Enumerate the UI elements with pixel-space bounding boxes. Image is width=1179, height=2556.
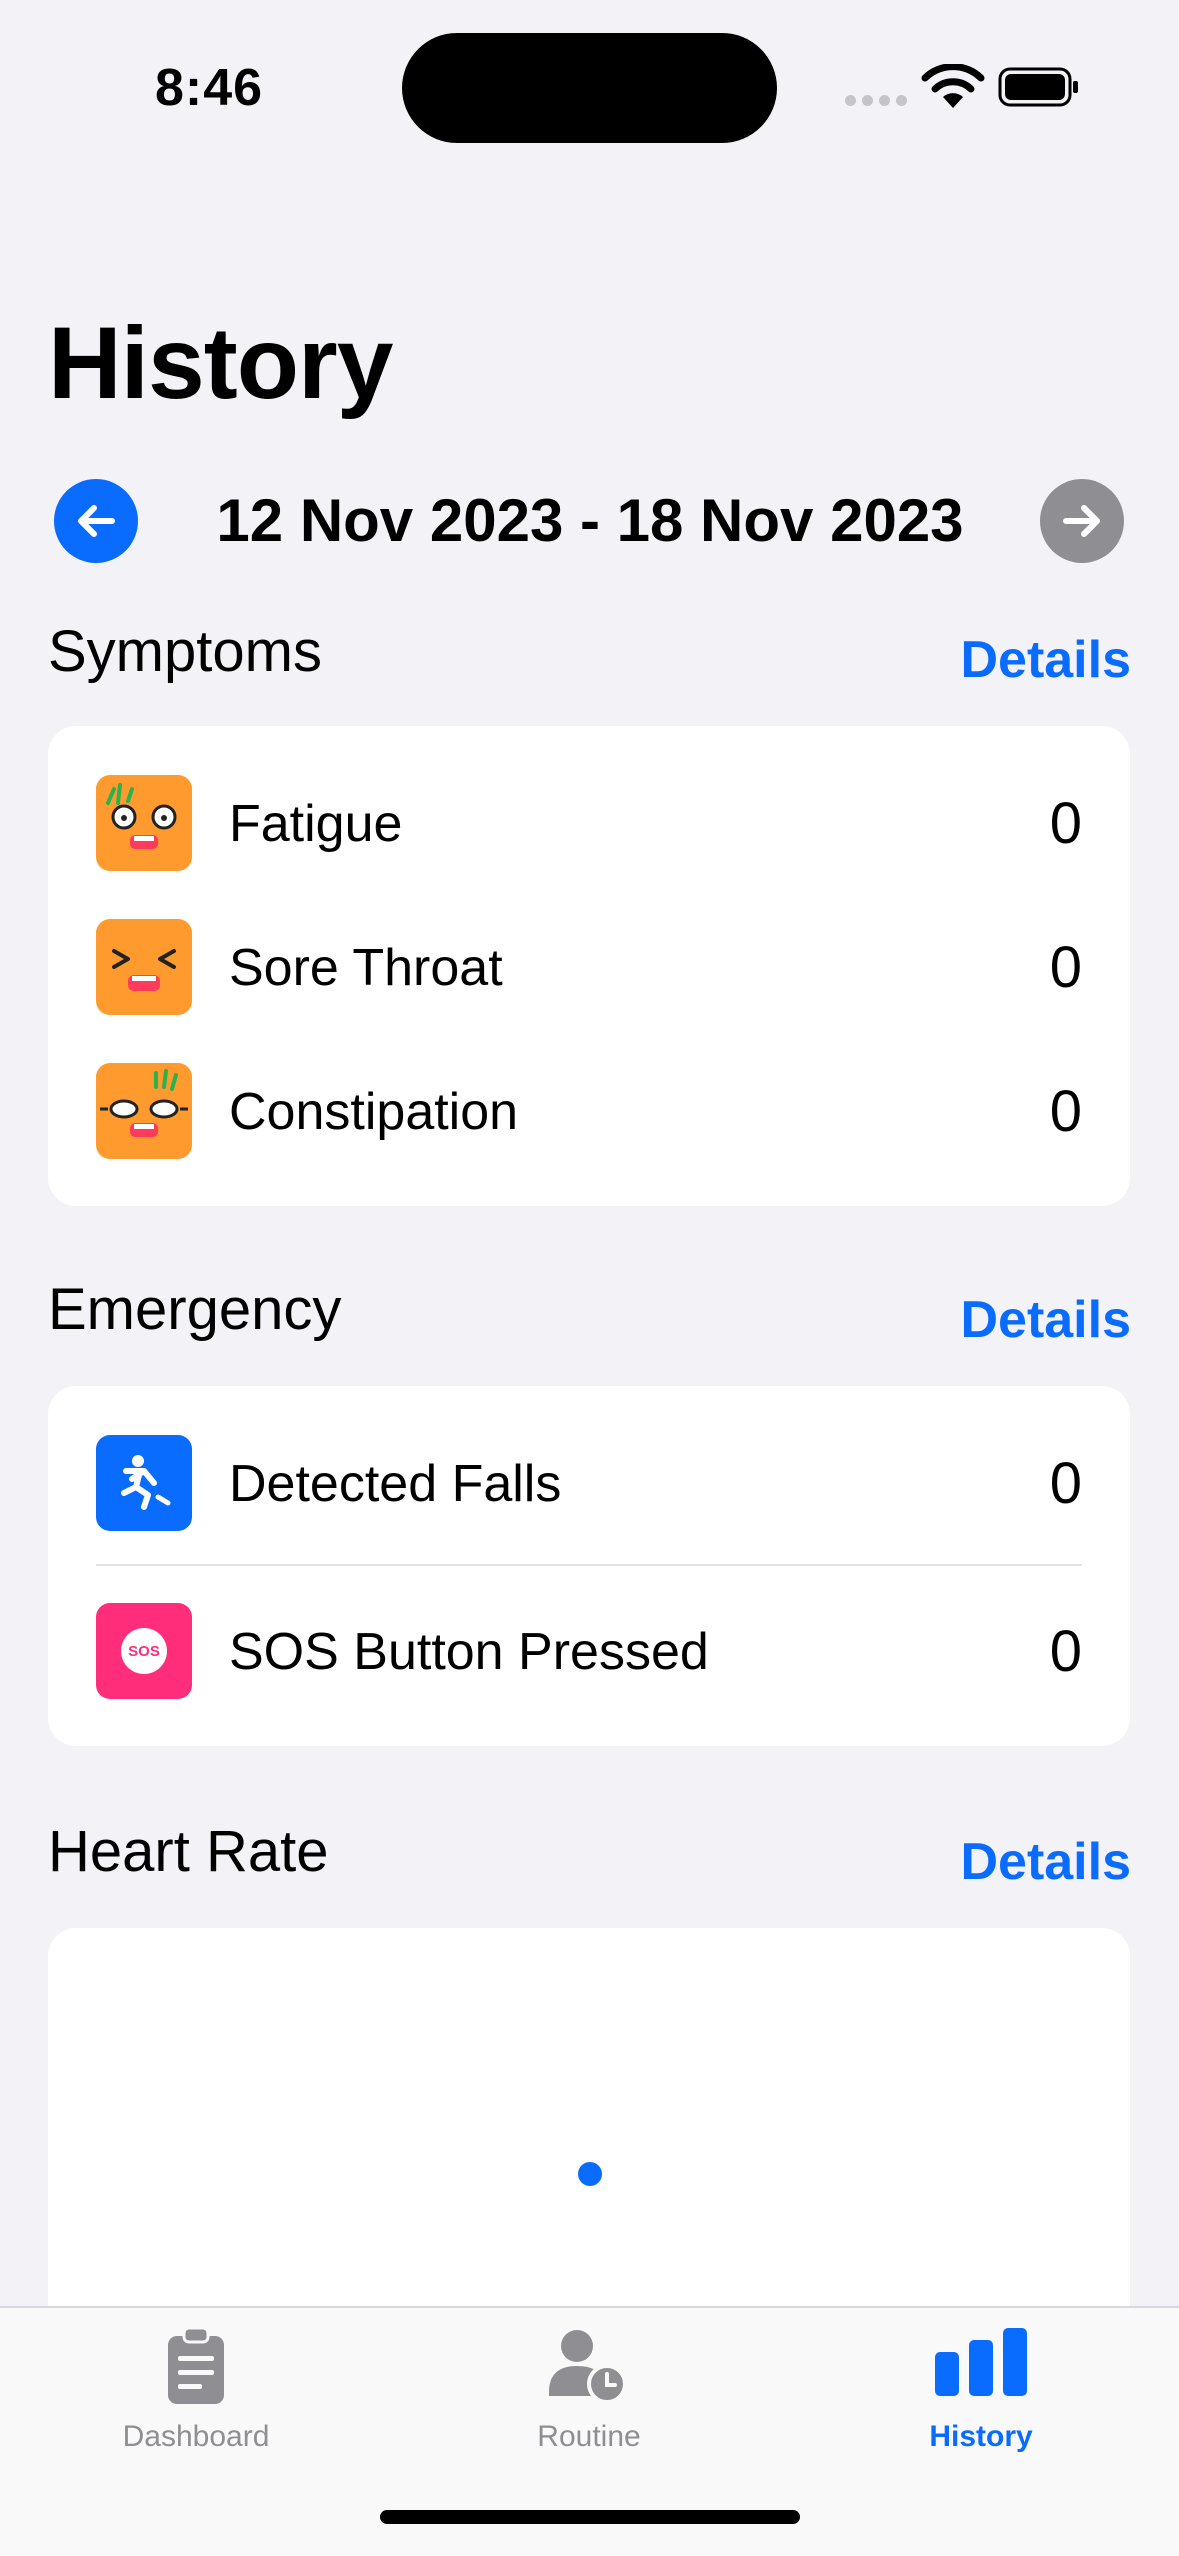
tab-routine[interactable]: Routine [439,2308,739,2488]
cellular-signal-icon [845,95,907,106]
clipboard-icon [168,2326,224,2404]
next-week-button[interactable] [1040,479,1124,563]
symptoms-card: Fatigue 0 Sore Throat 0 Constipation 0 [48,726,1130,1206]
battery-icon [998,67,1078,107]
symptom-label: Constipation [229,1083,519,1141]
emergency-section-title: Emergency [48,1277,342,1342]
tab-label: History [929,2420,1033,2453]
symptom-row-constipation[interactable]: Constipation 0 [48,1062,1130,1162]
emergency-details-link[interactable]: Details [960,1290,1131,1350]
bar-chart-icon [935,2328,1027,2396]
heart-rate-details-link[interactable]: Details [960,1832,1131,1892]
tab-dashboard[interactable]: Dashboard [46,2308,346,2488]
arrow-left-icon [78,505,115,537]
symptom-row-fatigue[interactable]: Fatigue 0 [48,774,1130,874]
previous-week-button[interactable] [54,479,138,563]
tab-label: Dashboard [122,2420,270,2453]
symptoms-details-link[interactable]: Details [960,630,1131,690]
dynamic-island [402,33,777,143]
status-time: 8:46 [155,59,264,117]
symptom-row-sore-throat[interactable]: Sore Throat 0 [48,918,1130,1018]
heart-rate-card [48,1928,1130,2348]
status-bar: 8:46 [0,0,1179,160]
home-indicator [380,2510,800,2524]
sos-icon-text: SOS [128,1642,160,1660]
fatigue-face-icon [96,775,192,871]
symptom-label: Fatigue [229,795,403,853]
symptoms-section-title: Symptoms [48,619,322,684]
sore-throat-face-icon [96,919,192,1015]
symptom-count: 0 [1049,791,1082,856]
emergency-card: Detected Falls 0 SOS SOS Button Pressed … [48,1386,1130,1746]
symptom-label: Sore Throat [229,939,503,997]
tab-history[interactable]: History [831,2308,1131,2488]
heart-rate-section-title: Heart Rate [48,1819,329,1884]
emergency-count: 0 [1049,1451,1082,1516]
emergency-row-detected-falls[interactable]: Detected Falls 0 [48,1434,1130,1534]
emergency-count: 0 [1049,1619,1082,1684]
constipation-face-icon [96,1063,192,1159]
person-clock-icon [549,2330,627,2404]
symptom-count: 0 [1049,1079,1082,1144]
loading-indicator [578,2162,602,2186]
sos-icon: SOS [96,1603,192,1699]
fall-person-icon [96,1435,192,1531]
emergency-label: Detected Falls [229,1455,562,1513]
divider [96,1564,1082,1566]
date-range: 12 Nov 2023 - 18 Nov 2023 [216,487,964,554]
tab-label: Routine [537,2420,641,2453]
emergency-row-sos[interactable]: SOS SOS Button Pressed 0 [48,1602,1130,1702]
page-title: History [48,306,393,420]
arrow-right-icon [1063,505,1100,537]
symptom-count: 0 [1049,935,1082,1000]
wifi-icon [921,64,985,108]
emergency-label: SOS Button Pressed [229,1623,709,1681]
